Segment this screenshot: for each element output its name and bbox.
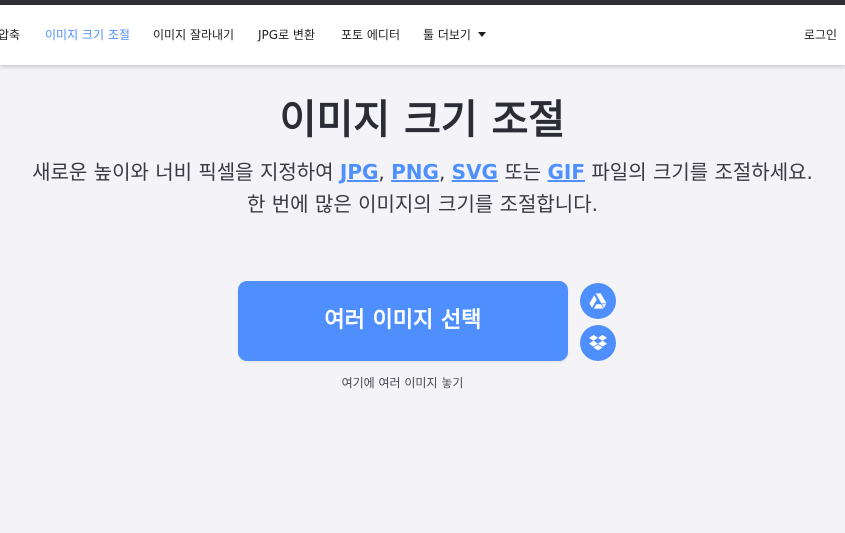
page-description: 새로운 높이와 너비 픽셀을 지정하여 JPG, PNG, SVG 또는 GIF… (0, 156, 845, 220)
format-link-png[interactable]: PNG (391, 160, 439, 184)
desc-sep-2: , (438, 160, 452, 184)
nav-item-more-tools[interactable]: 툴 더보기 (423, 27, 486, 43)
nav-item-resize[interactable]: 이미지 크기 조절 (45, 27, 130, 43)
drop-hint-text: 여기에 여러 이미지 놓기 (341, 376, 464, 390)
desc-sep-3: 또는 (497, 160, 548, 184)
select-images-button[interactable]: 여러 이미지 선택 (238, 281, 568, 361)
dropbox-icon (589, 334, 607, 350)
google-drive-icon (589, 293, 607, 309)
login-link[interactable]: 로그인 (804, 27, 837, 43)
desc-line-2: 한 번에 많은 이미지의 크기를 조절합니다. (247, 192, 598, 216)
more-tools-label: 툴 더보기 (423, 28, 471, 42)
desc-prefix: 새로운 높이와 너비 픽셀을 지정하여 (32, 160, 340, 184)
page-title: 이미지 크기 조절 (279, 97, 566, 143)
dropbox-button[interactable] (580, 325, 616, 361)
desc-suffix: 파일의 크기를 조절하세요. (585, 160, 813, 184)
google-drive-button[interactable] (580, 283, 616, 319)
format-link-gif[interactable]: GIF (548, 160, 586, 184)
nav-item-crop[interactable]: 이미지 잘라내기 (153, 27, 234, 43)
nav-item-convert-jpg[interactable]: JPG로 변환 (258, 27, 315, 43)
main-navbar: 압축 이미지 크기 조절 이미지 잘라내기 JPG로 변환 포토 에디터 툴 더… (0, 5, 845, 65)
caret-down-icon (477, 32, 486, 37)
nav-item-photo-editor[interactable]: 포토 에디터 (341, 27, 400, 43)
format-link-jpg[interactable]: JPG (340, 160, 379, 184)
nav-item-compress[interactable]: 압축 (0, 27, 20, 43)
format-link-svg[interactable]: SVG (452, 160, 498, 184)
desc-sep-1: , (378, 160, 392, 184)
